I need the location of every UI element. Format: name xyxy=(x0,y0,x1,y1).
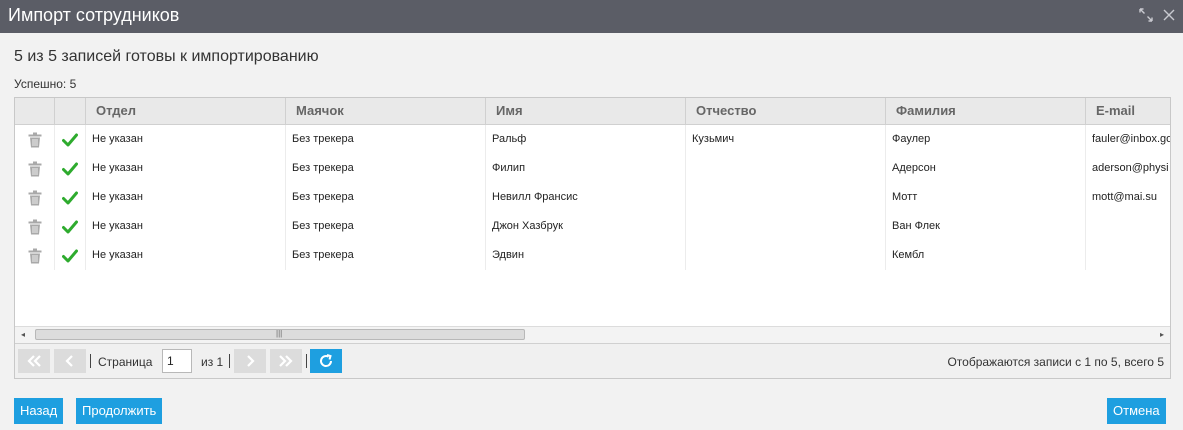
cell-last-name: Фаулер xyxy=(886,125,1086,154)
delete-row-button[interactable] xyxy=(15,183,55,212)
trash-icon xyxy=(28,190,41,205)
cell-first-name: Ральф xyxy=(486,125,686,154)
column-header-patronymic[interactable]: Отчество xyxy=(686,98,886,124)
maximize-icon[interactable] xyxy=(1137,6,1155,24)
close-icon[interactable] xyxy=(1160,6,1178,24)
grid-rows: Не указан Без трекера Ральф Кузьмич Фаулер fa… xyxy=(15,125,1170,270)
cell-first-name: Филип xyxy=(486,154,686,183)
page-number-input[interactable] xyxy=(162,349,192,373)
cell-patronymic xyxy=(686,183,886,212)
delete-row-button[interactable] xyxy=(15,241,55,270)
checkmark-icon xyxy=(62,220,78,233)
scrollbar-grip: ||| xyxy=(276,329,283,338)
cell-tracker: Без трекера xyxy=(286,125,486,154)
next-page-button[interactable] xyxy=(234,349,266,373)
row-status xyxy=(55,183,86,212)
window-title: Импорт сотрудников xyxy=(8,5,180,25)
column-header-tracker[interactable]: Маячок xyxy=(286,98,486,124)
cell-department: Не указан xyxy=(86,125,286,154)
cell-department: Не указан xyxy=(86,154,286,183)
records-info: Отображаются записи с 1 по 5, всего 5 xyxy=(947,355,1164,369)
refresh-button[interactable] xyxy=(310,349,342,373)
chevron-right-icon xyxy=(247,355,255,367)
cell-patronymic xyxy=(686,241,886,270)
column-header-department[interactable]: Отдел xyxy=(86,98,286,124)
checkmark-icon xyxy=(62,133,78,146)
cell-department: Не указан xyxy=(86,241,286,270)
table-row[interactable]: Не указан Без трекера Джон Хазбрук Ван Флек xyxy=(15,212,1170,241)
first-page-button[interactable] xyxy=(18,349,50,373)
import-grid: Отдел Маячок Имя Отчество Фамилия E-mail… xyxy=(14,97,1171,379)
row-status xyxy=(55,241,86,270)
column-header-last-name[interactable]: Фамилия xyxy=(886,98,1086,124)
cell-department: Не указан xyxy=(86,183,286,212)
chevron-left-icon xyxy=(65,355,73,367)
header-delete-column xyxy=(15,98,55,124)
pager-separator xyxy=(90,354,91,368)
cell-tracker: Без трекера xyxy=(286,183,486,212)
row-status xyxy=(55,125,86,154)
cell-last-name: Ван Флек xyxy=(886,212,1086,241)
pagination-toolbar: Страница из 1 Отображаются записи с 1 по… xyxy=(15,343,1170,378)
cell-first-name: Невилл Франсис xyxy=(486,183,686,212)
cell-email xyxy=(1086,212,1170,241)
cell-email: mott@mai.su xyxy=(1086,183,1170,212)
table-row[interactable]: Не указан Без трекера Ральф Кузьмич Фаулер fa… xyxy=(15,125,1170,154)
cell-patronymic: Кузьмич xyxy=(686,125,886,154)
column-header-first-name[interactable]: Имя xyxy=(486,98,686,124)
delete-row-button[interactable] xyxy=(15,154,55,183)
continue-button[interactable]: Продолжить xyxy=(76,398,163,424)
cell-tracker: Без трекера xyxy=(286,241,486,270)
cell-tracker: Без трекера xyxy=(286,154,486,183)
cancel-button[interactable]: Отмена xyxy=(1107,398,1166,424)
horizontal-scrollbar[interactable]: ◂ ||| ▸ xyxy=(15,326,1170,343)
page-total-label: из 1 xyxy=(201,355,224,369)
checkmark-icon xyxy=(62,191,78,204)
scroll-left-arrow[interactable]: ◂ xyxy=(15,327,31,343)
cell-last-name: Мотт xyxy=(886,183,1086,212)
trash-icon xyxy=(28,161,41,176)
delete-row-button[interactable] xyxy=(15,212,55,241)
cell-patronymic xyxy=(686,212,886,241)
scrollbar-thumb[interactable]: ||| xyxy=(35,329,525,340)
import-summary-heading: 5 из 5 записей готовы к импортированию xyxy=(14,48,319,65)
cell-email: fauler@inbox.go xyxy=(1086,125,1170,154)
table-row[interactable]: Не указан Без трекера Эдвин Кембл xyxy=(15,241,1170,270)
cell-department: Не указан xyxy=(86,212,286,241)
success-count: Успешно: 5 xyxy=(14,77,77,91)
scroll-right-arrow[interactable]: ▸ xyxy=(1154,327,1170,343)
checkmark-icon xyxy=(62,249,78,262)
last-page-button[interactable] xyxy=(270,349,302,373)
cell-email: aderson@physi xyxy=(1086,154,1170,183)
cell-email xyxy=(1086,241,1170,270)
column-header-email[interactable]: E-mail xyxy=(1086,98,1170,124)
window-title-bar: Импорт сотрудников xyxy=(0,0,1183,33)
row-status xyxy=(55,154,86,183)
table-row[interactable]: Не указан Без трекера Филип Адерсон aderson@… xyxy=(15,154,1170,183)
checkmark-icon xyxy=(62,162,78,175)
row-status xyxy=(55,212,86,241)
cell-first-name: Эдвин xyxy=(486,241,686,270)
cell-tracker: Без трекера xyxy=(286,212,486,241)
cell-first-name: Джон Хазбрук xyxy=(486,212,686,241)
trash-icon xyxy=(28,248,41,263)
trash-icon xyxy=(28,219,41,234)
header-status-column xyxy=(55,98,86,124)
previous-page-button[interactable] xyxy=(54,349,86,373)
pager-separator xyxy=(229,354,230,368)
double-chevron-right-icon xyxy=(279,355,293,367)
refresh-icon xyxy=(320,354,333,367)
table-row[interactable]: Не указан Без трекера Невилл Франсис Мотт mo… xyxy=(15,183,1170,212)
delete-row-button[interactable] xyxy=(15,125,55,154)
grid-header: Отдел Маячок Имя Отчество Фамилия E-mail xyxy=(15,98,1170,125)
double-chevron-left-icon xyxy=(27,355,41,367)
back-button[interactable]: Назад xyxy=(14,398,64,424)
page-label: Страница xyxy=(98,355,153,369)
cell-last-name: Адерсон xyxy=(886,154,1086,183)
cell-patronymic xyxy=(686,154,886,183)
cell-last-name: Кембл xyxy=(886,241,1086,270)
trash-icon xyxy=(28,132,41,147)
pager-separator xyxy=(306,354,307,368)
